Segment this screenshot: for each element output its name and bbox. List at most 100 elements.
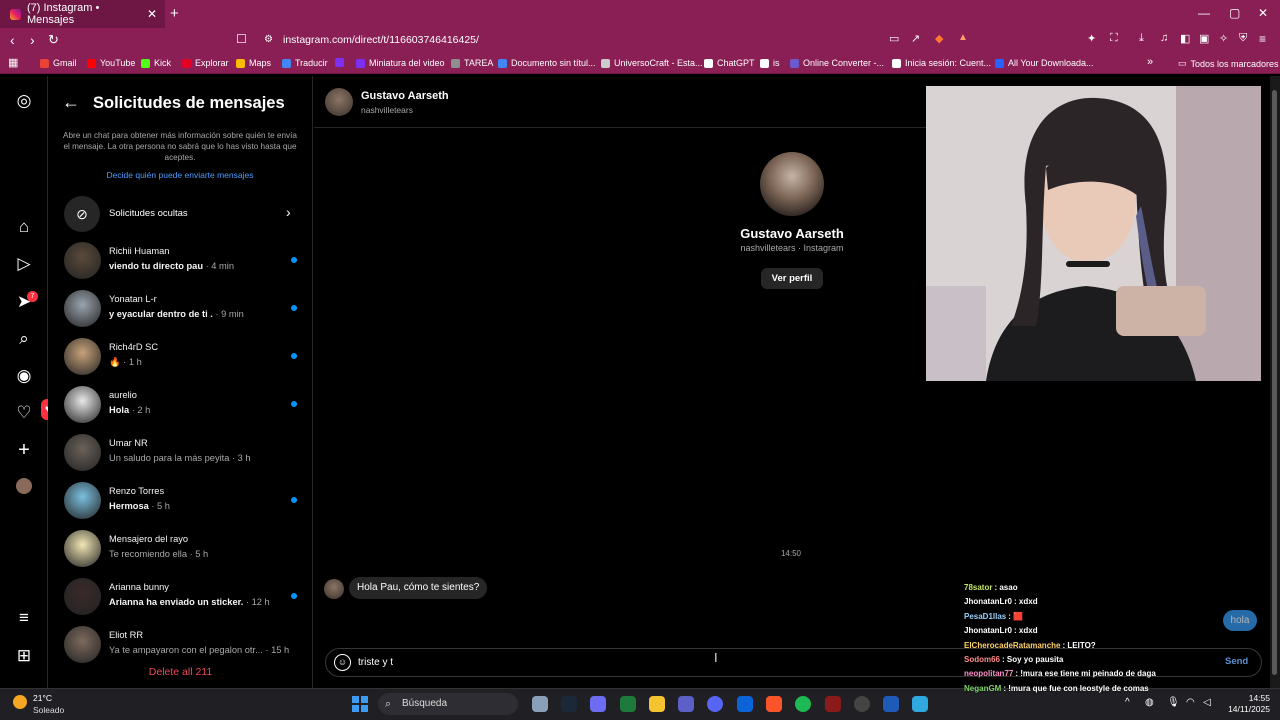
create-icon[interactable]: + <box>14 440 34 460</box>
brave-icon[interactable] <box>766 696 782 712</box>
request-row[interactable]: Eliot RR Ya te ampayaron con el pegalon o… <box>64 624 300 668</box>
hidden-requests-row[interactable]: ⊘ Solicitudes ocultas › <box>64 196 300 232</box>
close-tab-icon[interactable]: ✕ <box>147 7 157 21</box>
extensions-icon[interactable]: ✦ <box>1087 32 1096 45</box>
teams-icon[interactable] <box>678 696 694 712</box>
bookmark-item[interactable]: All Your Downloada... <box>995 58 1094 68</box>
menu-icon[interactable]: ≡ <box>1259 32 1266 46</box>
request-row[interactable]: Arianna bunny Arianna ha enviado un stick… <box>64 576 300 620</box>
apps-grid-icon[interactable]: ▦ <box>8 56 18 69</box>
bookmark-item[interactable]: Maps <box>236 58 271 68</box>
wallet-icon[interactable]: ▣ <box>1199 32 1209 45</box>
close-window-icon[interactable]: ✕ <box>1258 6 1268 20</box>
bookmark-item[interactable]: Gmail <box>40 58 77 68</box>
bookmark-icon[interactable]: ☐ <box>236 32 247 46</box>
sidebar-icon[interactable]: ◧ <box>1180 32 1190 45</box>
bookmark-item[interactable]: Traducir <box>282 58 328 68</box>
bookmark-item[interactable]: Online Converter -... <box>790 58 884 68</box>
request-row[interactable]: aurelio Hola · 2 h <box>64 384 300 428</box>
forward-icon[interactable]: › <box>30 32 35 48</box>
media-icon[interactable]: ♫ <box>1160 32 1168 44</box>
back-icon[interactable]: ‹ <box>10 32 15 48</box>
reels-icon[interactable]: ▷ <box>14 254 34 274</box>
chat-header <box>314 76 926 128</box>
volume-icon[interactable]: ◁ <box>1203 697 1211 708</box>
share-icon[interactable]: ↗ <box>911 32 920 45</box>
brave-shield-icon[interactable]: ◆ <box>935 32 943 45</box>
more-bookmarks-icon[interactable]: » <box>1147 56 1153 68</box>
restore-icon[interactable]: ▢ <box>1229 6 1240 20</box>
app-cyan-icon[interactable] <box>912 696 928 712</box>
message-input[interactable]: triste y t <box>358 657 393 668</box>
task-view-icon[interactable] <box>532 696 548 712</box>
taskbar-search[interactable]: ⌕ Búsqueda <box>378 693 518 715</box>
sun-icon[interactable] <box>13 695 27 709</box>
copilot-icon[interactable] <box>590 696 606 712</box>
tray-clock[interactable]: 14:55 14/11/2025 <box>1226 693 1270 715</box>
file-explorer-icon[interactable] <box>649 696 665 712</box>
screenshot-icon[interactable]: ⛶ <box>1110 32 1118 45</box>
mic-icon[interactable]: 🎙 <box>1167 697 1180 708</box>
meta-apps-icon[interactable]: ⊞ <box>14 646 34 666</box>
request-row[interactable]: Umar NR Un saludo para la más peyita · 3 … <box>64 432 300 476</box>
url-field[interactable]: instagram.com/direct/t/116603746416425/ <box>283 34 479 46</box>
new-tab-button[interactable]: + <box>170 5 179 22</box>
bookmark-item[interactable]: Kick <box>141 58 171 68</box>
all-bookmarks-button[interactable]: ▭ Todos los marcadores <box>1178 58 1279 69</box>
request-row[interactable]: Richii Huaman viendo tu directo pau · 4 m… <box>64 240 300 284</box>
profile-avatar[interactable] <box>16 478 32 494</box>
heart-icon[interactable]: ♡ <box>14 403 34 423</box>
view-profile-button[interactable]: Ver perfil <box>761 268 823 289</box>
app-blue-icon[interactable] <box>883 696 899 712</box>
chat-header-avatar[interactable] <box>325 88 353 116</box>
leo-ai-icon[interactable]: ✧ <box>1219 32 1228 45</box>
bookmark-item[interactable]: ChatGPT <box>704 58 755 68</box>
minimize-icon[interactable]: — <box>1198 6 1210 20</box>
app-red-icon[interactable] <box>825 696 841 712</box>
weather-temperature[interactable]: 21°C <box>33 693 52 703</box>
more-menu-icon[interactable]: ≡ <box>14 608 34 628</box>
explore-icon[interactable]: ◉ <box>14 366 34 386</box>
chat-header-name[interactable]: Gustavo Aarseth <box>361 90 449 102</box>
bookmark-item[interactable]: Documento sin títul... <box>498 58 596 68</box>
search-icon[interactable]: ⌕ <box>14 329 34 349</box>
excel-icon[interactable] <box>620 696 636 712</box>
download-icon[interactable]: ⤓ <box>1139 32 1144 45</box>
tray-app-icon[interactable]: ◍ <box>1145 697 1154 708</box>
site-info-icon[interactable]: ⚙ <box>264 34 273 45</box>
bookmark-item[interactable] <box>335 58 348 67</box>
request-row[interactable]: Yonatan L-r y eyacular dentro de ti . · 9… <box>64 288 300 332</box>
bookmark-item[interactable]: UniversoCraft - Esta... <box>601 58 703 68</box>
bookmark-item[interactable]: YouTube <box>87 58 135 68</box>
bookmark-item[interactable]: Explorar <box>182 58 229 68</box>
browser-tab[interactable]: (7) Instagram • Mensajes ✕ <box>0 0 165 28</box>
instagram-logo-icon[interactable]: ◎ <box>14 91 34 111</box>
scrollbar-thumb[interactable] <box>1272 90 1277 675</box>
obs-icon[interactable] <box>854 696 870 712</box>
tray-chevron-icon[interactable]: ^ <box>1125 697 1130 708</box>
brave-rewards-icon[interactable]: ▲ <box>958 32 968 43</box>
windows-start-icon[interactable] <box>352 696 368 712</box>
back-arrow-icon[interactable]: ← <box>62 92 80 113</box>
spotify-icon[interactable] <box>795 696 811 712</box>
vpn-icon[interactable]: ⛨ <box>1239 32 1247 45</box>
discord-icon[interactable] <box>707 696 723 712</box>
outlook-icon[interactable] <box>737 696 753 712</box>
reload-icon[interactable]: ↻ <box>48 32 59 48</box>
bookmark-item[interactable]: TAREA <box>451 58 493 68</box>
cast-icon[interactable]: ▭ <box>889 32 899 45</box>
weather-description[interactable]: Soleado <box>33 705 64 715</box>
request-row[interactable]: Mensajero del rayo Te recomiendo ella · 5… <box>64 528 300 572</box>
wifi-icon[interactable]: ◠ <box>1186 697 1195 708</box>
bookmark-item[interactable]: Miniatura del video <box>356 58 445 68</box>
home-icon[interactable]: ⌂ <box>14 217 34 237</box>
request-row[interactable]: Renzo Torres Hermosa · 5 h <box>64 480 300 524</box>
steam-icon[interactable] <box>561 696 577 712</box>
send-button[interactable]: Send <box>1225 656 1248 667</box>
request-row[interactable]: Rich4rD SC 🔥 · 1 h <box>64 336 300 380</box>
bookmark-item[interactable]: is <box>760 58 780 68</box>
message-controls-link[interactable]: Decide quién puede enviarte mensajes <box>62 170 298 180</box>
emoji-icon[interactable]: ☺ <box>334 654 351 671</box>
bookmark-item[interactable]: Inicia sesión: Cuent... <box>892 58 991 68</box>
stream-chat-user: neopolitan77 <box>964 669 1014 679</box>
